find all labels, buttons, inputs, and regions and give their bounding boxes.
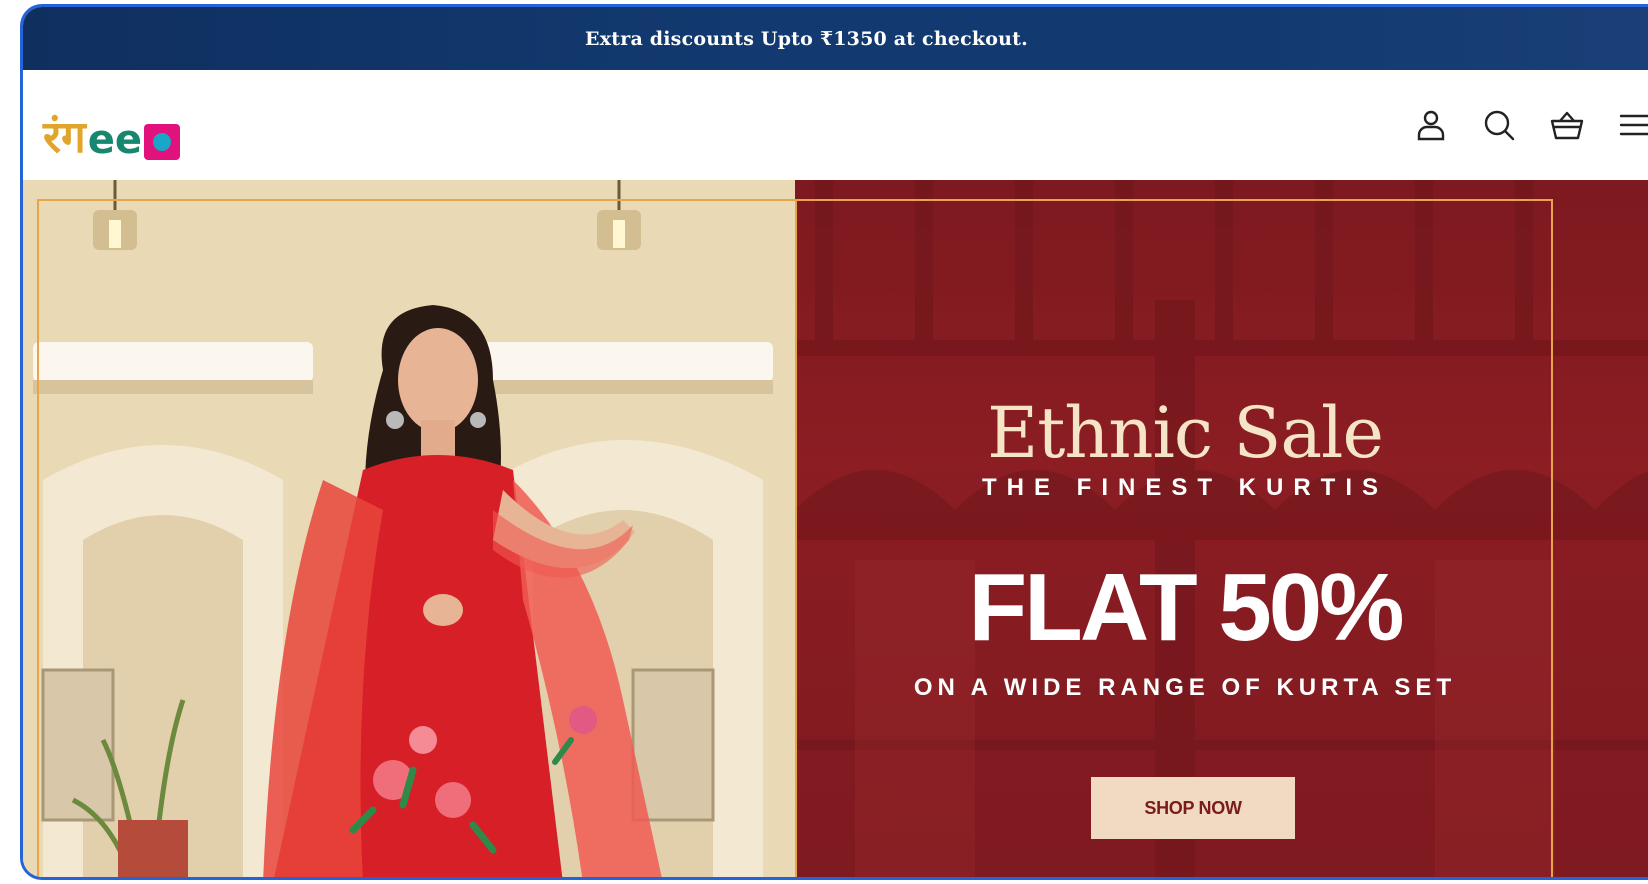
- sale-offer-detail: ON A WIDE RANGE OF KURTA SET: [913, 674, 1457, 701]
- announcement-text: Extra discounts Upto ₹1350 at checkout.: [585, 27, 1028, 50]
- brand-logo[interactable]: रंग ee: [43, 90, 181, 163]
- site-header: रंग ee: [23, 70, 1648, 180]
- header-icons: [1388, 100, 1648, 150]
- shop-now-button[interactable]: SHOP NOW: [1091, 777, 1295, 839]
- cart-icon[interactable]: [1542, 100, 1592, 150]
- sale-title: Ethnic Sale: [987, 392, 1384, 474]
- menu-icon[interactable]: [1610, 100, 1648, 150]
- logo-la-mark: [144, 124, 181, 160]
- announcement-bar: Extra discounts Upto ₹1350 at checkout.: [23, 7, 1648, 70]
- logo-devanagari: रंग: [43, 112, 86, 163]
- sale-panel-pattern: [795, 180, 1648, 877]
- hero-divider-line: [795, 199, 797, 877]
- logo-ee: ee: [87, 117, 143, 163]
- browser-frame: Extra discounts Upto ₹1350 at checkout. …: [20, 4, 1648, 880]
- search-icon[interactable]: [1474, 100, 1524, 150]
- sale-subtitle: THE FINEST KURTIS: [981, 474, 1388, 501]
- hero-model-photo: [23, 180, 795, 877]
- account-icon[interactable]: [1406, 100, 1456, 150]
- sale-offer: FLAT 50%: [968, 554, 1405, 661]
- hero-photo-illustration: [23, 180, 795, 877]
- hero-banner[interactable]: Ethnic Sale THE FINEST KURTIS FLAT 50% O…: [23, 180, 1648, 877]
- sale-panel: [795, 180, 1648, 877]
